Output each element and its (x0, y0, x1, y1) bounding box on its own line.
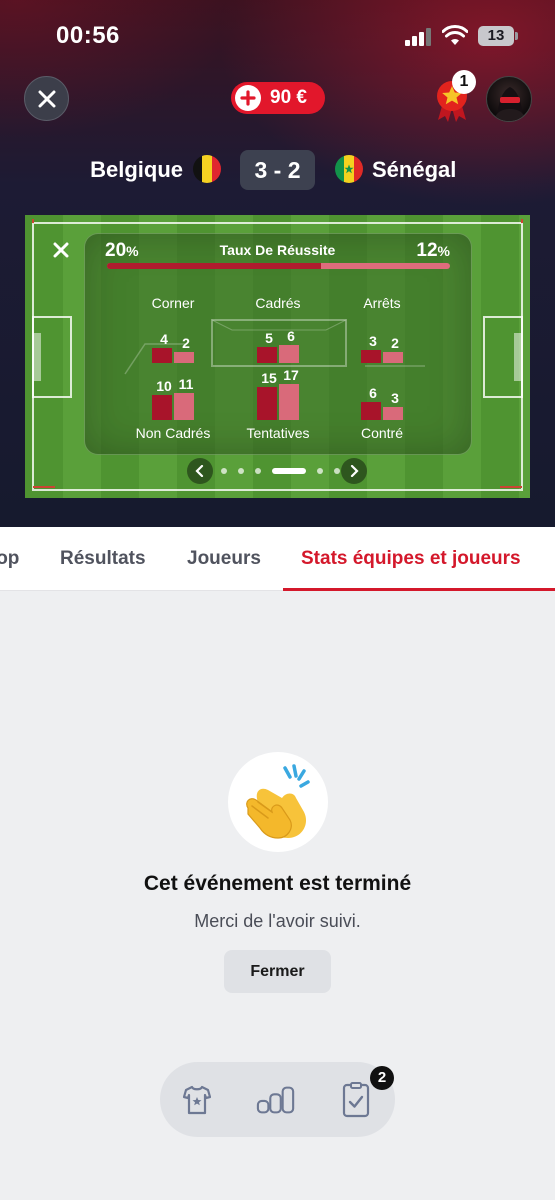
home-success-rate: 20% (105, 240, 139, 261)
belgium-flag-icon (193, 155, 221, 183)
stat-bar-home (152, 348, 172, 363)
leaderboard-icon[interactable] (256, 1082, 296, 1118)
stat-value-away: 2 (391, 334, 399, 351)
match-stats-pitch: 20% Taux De Réussite 12% Corner 4 2 Cadrés 5… (25, 215, 530, 498)
stat-value-away: 11 (178, 376, 194, 393)
stat-bar-away (174, 393, 194, 420)
stat-bar-away (383, 406, 403, 420)
clap-illustration (228, 752, 328, 852)
carousel-dot[interactable] (221, 468, 227, 474)
next-button[interactable] (341, 458, 367, 484)
plus-icon (235, 85, 261, 111)
stat-label: Contré (360, 425, 404, 441)
status-bar: 00:56 13 (0, 0, 555, 72)
battery-icon: 13 (478, 26, 518, 46)
bet-slip-badge: 2 (370, 1066, 394, 1090)
stat-bar-home (361, 349, 381, 363)
stats-carousel (187, 458, 367, 484)
stat-bar-home (361, 401, 381, 420)
carousel-dot[interactable] (238, 468, 244, 474)
stat-value-home: 10 (156, 378, 172, 394)
close-icon (38, 90, 55, 107)
stat-value-away: 17 (283, 367, 299, 383)
home-team-name: Belgique (90, 157, 183, 182)
carousel-dot[interactable] (255, 468, 261, 474)
jersey-icon[interactable] (177, 1082, 217, 1118)
event-ended-subtitle: Merci de l'avoir suivi. (194, 911, 361, 931)
stat-bar-home (257, 386, 277, 420)
event-ended-title: Cet événement est terminé (143, 872, 412, 895)
success-rate-bar-home (107, 263, 322, 269)
chevron-right-icon (350, 465, 359, 477)
senegal-flag-icon (335, 155, 363, 183)
clapping-hands-icon (246, 764, 310, 839)
match-score-row: Belgique 3 - 2 Sénégal (0, 150, 555, 190)
wifi-icon (442, 25, 468, 45)
close-stats-icon[interactable] (53, 242, 69, 258)
stat-bar-home (152, 395, 172, 420)
stat-bar-away (174, 351, 194, 363)
stat-value-home: 5 (265, 329, 273, 346)
stat-label: Corner (151, 295, 195, 311)
stat-value-away: 3 (391, 389, 399, 406)
tab-top[interactable]: Top (0, 548, 19, 570)
close-button[interactable] (24, 76, 69, 121)
chevron-left-icon (195, 465, 204, 477)
success-rate-bar (107, 263, 450, 269)
tab-results[interactable]: Résultats (60, 548, 146, 570)
stat-label: Non Cadrés (135, 425, 211, 441)
bet-slip-icon[interactable] (336, 1082, 376, 1118)
away-team-name: Sénégal (372, 157, 457, 182)
bottom-nav: 2 (160, 1062, 395, 1137)
carousel-dot[interactable] (317, 468, 323, 474)
cellular-signal-icon (405, 28, 433, 46)
stat-value-home: 15 (261, 369, 277, 386)
stat-bar-home (257, 346, 277, 363)
status-time: 00:56 (56, 22, 120, 49)
previous-button[interactable] (187, 458, 213, 484)
stat-bar-away (383, 351, 403, 363)
stat-value-home: 6 (369, 384, 377, 401)
tab-players[interactable]: Joueurs (187, 548, 261, 570)
balance-amount: 90 € (270, 87, 307, 108)
stat-label: Cadrés (255, 295, 301, 311)
notification-badge: 1 (452, 70, 476, 94)
carousel-dot[interactable] (272, 468, 306, 474)
active-tab-indicator (283, 588, 555, 591)
stat-bar-away (279, 344, 299, 363)
success-rate-title: Taux De Réussite (219, 242, 336, 258)
stat-value-home: 3 (369, 332, 377, 349)
carousel-dot[interactable] (334, 468, 340, 474)
stat-value-home: 4 (160, 331, 168, 348)
stat-value-away: 6 (287, 327, 295, 344)
tab-bar: Top Résultats Joueurs Stats équipes et j… (0, 527, 555, 591)
stat-label: Arrêts (363, 295, 401, 311)
stat-bar-away (279, 384, 299, 420)
match-score: 3 - 2 (240, 150, 315, 190)
stat-label: Tentatives (246, 425, 310, 441)
stat-value-away: 2 (182, 334, 190, 351)
tab-team-player-stats[interactable]: Stats équipes et joueurs (301, 548, 521, 570)
close-event-button[interactable]: Fermer (224, 950, 331, 993)
away-success-rate: 12% (416, 240, 450, 261)
balance-button[interactable]: 90 € (231, 82, 325, 114)
avatar[interactable] (486, 76, 532, 122)
match-header: 00:56 13 90 € 1 Belgique 3 - 2 Sénégal 2… (0, 0, 555, 527)
